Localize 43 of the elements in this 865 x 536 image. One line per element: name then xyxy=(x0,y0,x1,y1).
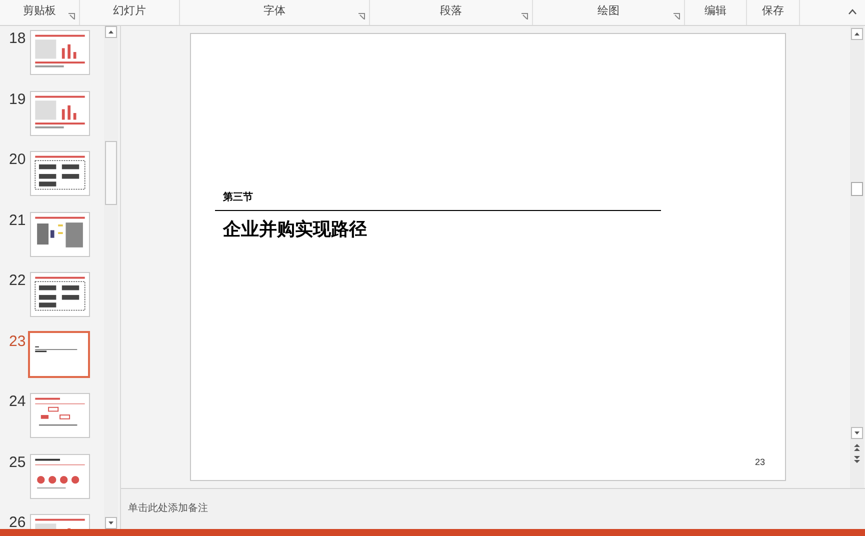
slide-thumbnail[interactable] xyxy=(30,393,90,438)
slide-thumbnail[interactable] xyxy=(30,454,90,498)
slide-number: 20 xyxy=(8,151,27,167)
ribbon-group-label: 幻灯片 xyxy=(113,6,146,19)
ribbon-group-label: 剪贴板 xyxy=(23,6,56,19)
scroll-down-icon[interactable] xyxy=(105,517,117,529)
scrollbar-thumb[interactable] xyxy=(851,182,863,196)
dialog-launcher-icon[interactable] xyxy=(68,13,75,20)
slide-number: 22 xyxy=(8,272,27,288)
section-label: 第三节 xyxy=(222,193,254,203)
scroll-up-icon[interactable] xyxy=(105,26,117,38)
dialog-launcher-icon[interactable] xyxy=(673,13,680,20)
ribbon-group-label: 字体 xyxy=(264,6,286,19)
slide-number: 23 xyxy=(8,332,27,348)
slide-number: 21 xyxy=(8,212,27,228)
dialog-launcher-icon[interactable] xyxy=(521,13,528,20)
scroll-down-icon[interactable] xyxy=(851,427,863,439)
notes-placeholder: 单击此处添加备注 xyxy=(128,503,208,514)
scrollbar[interactable] xyxy=(850,26,864,488)
next-slide-icon[interactable] xyxy=(853,455,861,464)
slide-thumbnail[interactable] xyxy=(30,151,90,196)
slide-number: 19 xyxy=(8,90,27,106)
ribbon-group-label: 绘图 xyxy=(598,6,620,19)
slide-thumbnail[interactable] xyxy=(28,330,90,378)
collapse-ribbon-icon[interactable] xyxy=(848,9,857,15)
ribbon-group-label: 编辑 xyxy=(704,6,726,19)
scrollbar[interactable] xyxy=(104,26,118,529)
ribbon-group-label: 保存 xyxy=(762,6,784,19)
previous-slide-icon[interactable] xyxy=(853,443,861,452)
slide-thumbnail[interactable] xyxy=(30,212,90,256)
slide-thumbnail[interactable] xyxy=(30,90,90,136)
slide-title: 企业并购实现路径 xyxy=(222,221,368,239)
slide-thumbnail[interactable] xyxy=(30,272,90,317)
dialog-launcher-icon[interactable] xyxy=(358,13,365,20)
ribbon-group-label: 段落 xyxy=(440,6,462,19)
slide-number: 18 xyxy=(8,30,27,46)
slide-thumbnail[interactable] xyxy=(30,30,90,75)
slide-number: 25 xyxy=(8,454,27,470)
scroll-up-icon[interactable] xyxy=(851,28,863,40)
page-number: 23 xyxy=(754,458,765,467)
scrollbar-thumb[interactable] xyxy=(105,140,117,204)
slide-number: 24 xyxy=(8,393,27,409)
slide-number: 26 xyxy=(8,514,27,529)
